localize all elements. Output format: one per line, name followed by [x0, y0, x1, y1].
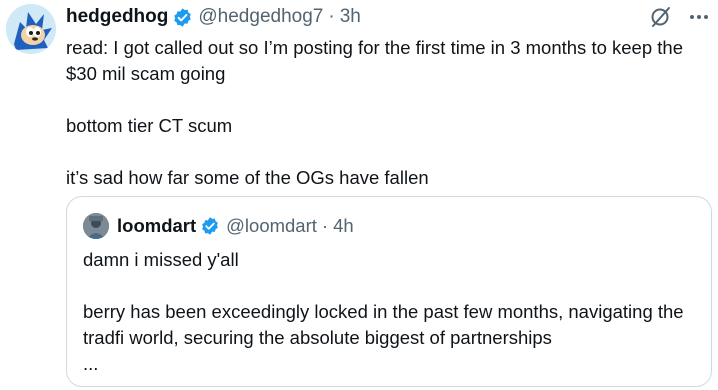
post-header: hedgedhog @hedgedhog7 · 3h — [66, 4, 648, 30]
separator-dot: · — [328, 6, 335, 27]
verified-badge-icon — [172, 7, 193, 28]
quoted-ellipsis: ... — [83, 353, 99, 374]
author-name[interactable]: hedgedhog — [66, 6, 168, 28]
quoted-post-timestamp: 4h — [333, 215, 354, 236]
verified-badge-icon — [200, 216, 220, 236]
quoted-paragraph: damn i missed y'all — [83, 249, 239, 270]
post-actions — [648, 4, 712, 30]
author-avatar[interactable] — [6, 4, 56, 54]
post-paragraph: it’s sad how far some of the OGs have fa… — [66, 167, 429, 188]
author-handle[interactable]: @hedgedhog7 — [198, 6, 323, 28]
quoted-post[interactable]: loomdart @loomdart · 4h damn i missed y'… — [66, 196, 712, 387]
separator-dot: · — [321, 215, 329, 236]
post-paragraph: bottom tier CT scum — [66, 115, 233, 136]
quoted-post-body: damn i missed y'all berry has been excee… — [83, 247, 703, 377]
grok-icon[interactable] — [648, 4, 674, 30]
quoted-author-handle: @loomdart — [226, 215, 317, 236]
post-timestamp[interactable]: 3h — [340, 6, 361, 28]
quoted-author-name: loomdart — [117, 215, 197, 236]
quoted-post-header: loomdart @loomdart · 4h — [83, 213, 354, 239]
post-paragraph: read: I got called out so I’m posting fo… — [66, 37, 683, 84]
more-options-icon[interactable] — [686, 4, 712, 30]
quoted-author-avatar — [83, 213, 109, 239]
post: hedgedhog @hedgedhog7 · 3h read: I got c… — [0, 0, 718, 390]
sonic-avatar-image — [6, 4, 56, 54]
quoted-paragraph: berry has been exceedingly locked in the… — [83, 301, 684, 348]
post-body: read: I got called out so I’m posting fo… — [66, 35, 714, 191]
